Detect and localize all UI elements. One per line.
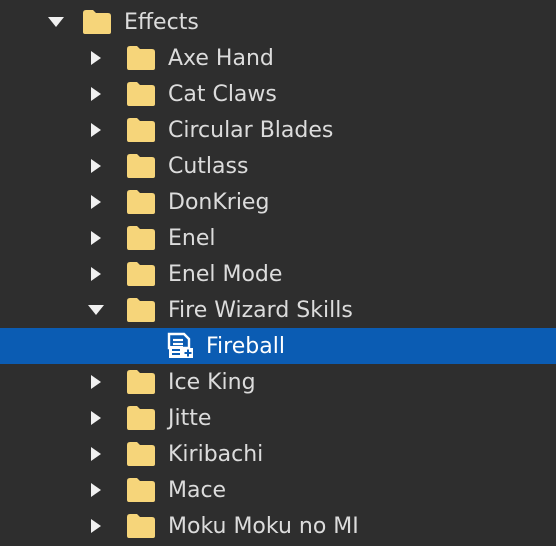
tree-label: Mace <box>168 477 227 503</box>
folder-icon <box>126 112 156 148</box>
collapse-arrow-icon[interactable] <box>46 4 66 40</box>
tree-label: Cat Claws <box>168 81 277 107</box>
tree-label: Fire Wizard Skills <box>168 297 353 323</box>
tree-row-circular-blades[interactable]: Circular Blades <box>0 112 556 148</box>
expand-arrow-icon[interactable] <box>86 256 106 292</box>
folder-icon <box>126 76 156 112</box>
folder-icon <box>126 184 156 220</box>
tree-label: DonKrieg <box>168 189 270 215</box>
folder-icon <box>82 4 112 40</box>
tree-label: Fireball <box>206 333 285 359</box>
tree-row-fireball[interactable]: Fireball <box>0 328 556 364</box>
expand-arrow-icon[interactable] <box>86 76 106 112</box>
folder-icon <box>126 436 156 472</box>
tree-label: Kiribachi <box>168 441 264 467</box>
expand-arrow-icon[interactable] <box>86 184 106 220</box>
folder-icon <box>126 40 156 76</box>
folder-icon <box>126 472 156 508</box>
tree-label: Cutlass <box>168 153 249 179</box>
tree-row-fire-wizard-skills[interactable]: Fire Wizard Skills <box>0 292 556 328</box>
tree-row-cutlass[interactable]: Cutlass <box>0 148 556 184</box>
tree-label: Circular Blades <box>168 117 334 143</box>
module-script-icon <box>166 328 196 364</box>
expand-arrow-icon[interactable] <box>86 472 106 508</box>
tree-row-cat-claws[interactable]: Cat Claws <box>0 76 556 112</box>
folder-icon <box>126 256 156 292</box>
tree-row-enel-mode[interactable]: Enel Mode <box>0 256 556 292</box>
expand-arrow-icon[interactable] <box>86 508 106 544</box>
tree-row-axe-hand[interactable]: Axe Hand <box>0 40 556 76</box>
expand-arrow-icon[interactable] <box>86 364 106 400</box>
collapse-arrow-icon[interactable] <box>86 292 106 328</box>
folder-icon <box>126 364 156 400</box>
folder-icon <box>126 148 156 184</box>
tree-row-kiribachi[interactable]: Kiribachi <box>0 436 556 472</box>
folder-icon <box>126 508 156 544</box>
explorer-tree: Effects Axe Hand Cat Claws Circular Blad… <box>0 0 556 546</box>
folder-icon <box>126 400 156 436</box>
folder-icon <box>126 220 156 256</box>
tree-label: Jitte <box>168 405 212 431</box>
tree-label: Effects <box>124 9 199 35</box>
tree-label: Enel Mode <box>168 261 283 287</box>
tree-label: Enel <box>168 225 216 251</box>
tree-row-jitte[interactable]: Jitte <box>0 400 556 436</box>
folder-icon <box>126 292 156 328</box>
expand-arrow-icon[interactable] <box>86 112 106 148</box>
tree-row-effects[interactable]: Effects <box>0 4 556 40</box>
tree-row-moku-moku-no-mi[interactable]: Moku Moku no MI <box>0 508 556 544</box>
expand-arrow-icon[interactable] <box>86 148 106 184</box>
tree-row-donkrieg[interactable]: DonKrieg <box>0 184 556 220</box>
expand-arrow-icon[interactable] <box>86 436 106 472</box>
expand-arrow-icon[interactable] <box>86 220 106 256</box>
expand-arrow-icon[interactable] <box>86 400 106 436</box>
tree-label: Axe Hand <box>168 45 274 71</box>
tree-row-ice-king[interactable]: Ice King <box>0 364 556 400</box>
expand-arrow-icon[interactable] <box>86 40 106 76</box>
tree-row-enel[interactable]: Enel <box>0 220 556 256</box>
tree-label: Ice King <box>168 369 256 395</box>
tree-label: Moku Moku no MI <box>168 513 359 539</box>
tree-row-mace[interactable]: Mace <box>0 472 556 508</box>
